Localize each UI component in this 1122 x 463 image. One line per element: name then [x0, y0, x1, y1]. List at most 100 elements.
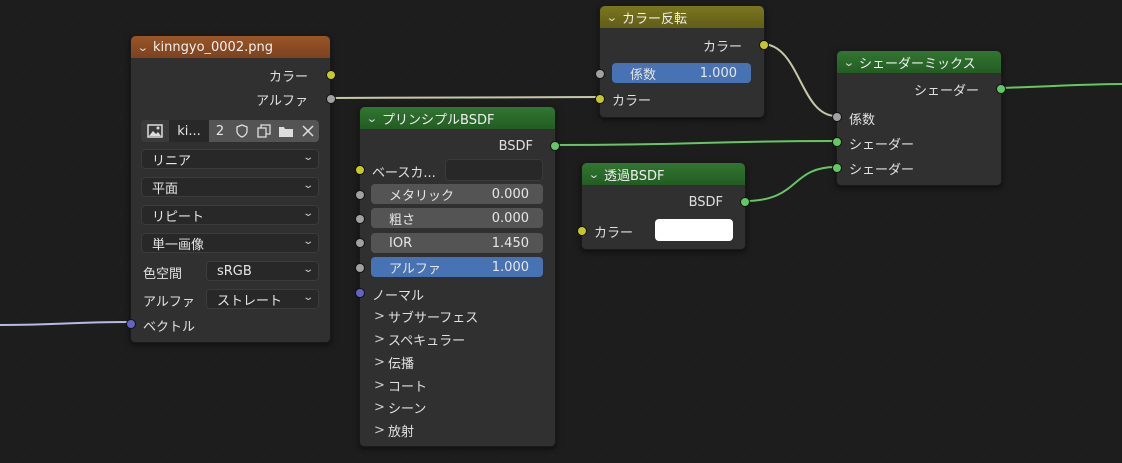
output-color-socket[interactable]	[326, 70, 336, 80]
interpolation-dropdown[interactable]: リニア ⌄	[141, 149, 319, 169]
collapse-chevron-icon[interactable]: ⌄	[588, 168, 606, 181]
chevron-right-icon: >	[374, 309, 385, 324]
node-title: シェーダーミックス	[859, 56, 976, 72]
field-label: 係数	[630, 67, 657, 83]
node-title: カラー反転	[622, 11, 688, 27]
panel-subsurface[interactable]: > サブサーフェス	[374, 307, 478, 326]
chevron-down-icon: ⌄	[301, 236, 314, 247]
dropdown-value: 平面	[152, 181, 179, 197]
input-roughness-socket[interactable]	[355, 214, 365, 224]
dropdown-value: リニア	[152, 153, 192, 169]
output-bsdf-socket[interactable]	[550, 141, 560, 151]
dropdown-value: sRGB	[217, 263, 252, 279]
input-color-socket[interactable]	[595, 94, 605, 104]
input-metallic-socket[interactable]	[355, 190, 365, 200]
invert-color-header[interactable]: ⌄ カラー反転	[600, 6, 764, 28]
link-mix-output	[999, 83, 1122, 89]
alpha-field[interactable]: アルファ 1.000	[371, 257, 543, 277]
panel-specular[interactable]: > スペキュラー	[374, 330, 465, 349]
output-shader-socket[interactable]	[996, 84, 1006, 94]
image-name-field[interactable]: ki...	[169, 120, 209, 142]
link-bsdf-to-shader1	[552, 140, 837, 146]
principled-bsdf-node[interactable]: ⌄ プリンシプルBSDF BSDF ベースカ... メタリック 0.000 粗さ…	[355, 106, 560, 447]
node-title: kinngyo_0002.png	[153, 39, 273, 55]
input-normal-socket[interactable]	[355, 288, 365, 298]
fake-user-shield-icon[interactable]	[231, 120, 253, 142]
output-alpha-row: アルファ	[256, 88, 308, 110]
factor-field[interactable]: 係数 1.000	[612, 63, 751, 83]
input-base-color-socket[interactable]	[355, 165, 365, 175]
duplicate-icon[interactable]	[253, 120, 275, 142]
chevron-right-icon: >	[374, 423, 385, 438]
source-dropdown[interactable]: 単一画像 ⌄	[141, 233, 319, 253]
chevron-right-icon: >	[374, 378, 385, 393]
panel-sheen[interactable]: > シーン	[374, 398, 426, 417]
output-alpha-socket[interactable]	[326, 94, 336, 104]
alpha-mode-dropdown[interactable]: ストレート ⌄	[206, 289, 319, 309]
link-alpha-to-invert	[329, 96, 600, 99]
input-alpha-socket[interactable]	[355, 263, 365, 273]
output-color-socket[interactable]	[759, 40, 769, 50]
user-count[interactable]: 2	[209, 120, 231, 142]
transparent-bsdf-header[interactable]: ⌄ 透過BSDF	[582, 163, 745, 185]
output-bsdf-socket[interactable]	[740, 197, 750, 207]
link-vector-input	[0, 321, 131, 326]
field-value: 1.000	[699, 65, 737, 81]
chevron-down-icon: ⌄	[301, 264, 314, 275]
output-label: シェーダー	[913, 83, 979, 99]
collapse-chevron-icon[interactable]: ⌄	[366, 112, 384, 125]
extension-dropdown[interactable]: リピート ⌄	[141, 205, 319, 225]
output-label: カラー	[268, 69, 308, 85]
chevron-down-icon: ⌄	[301, 208, 314, 219]
input-color-label: カラー	[594, 226, 634, 241]
panel-emission[interactable]: > 放射	[374, 421, 414, 440]
input-shader2-socket[interactable]	[832, 163, 842, 173]
collapse-chevron-icon[interactable]: ⌄	[606, 11, 624, 24]
output-label: BSDF	[498, 138, 533, 154]
input-ior-socket[interactable]	[355, 238, 365, 248]
chevron-right-icon: >	[374, 355, 385, 370]
unlink-close-icon[interactable]	[297, 120, 319, 142]
collapse-chevron-icon[interactable]: ⌄	[137, 41, 155, 54]
color-swatch[interactable]	[655, 219, 733, 241]
projection-dropdown[interactable]: 平面 ⌄	[141, 177, 319, 197]
mix-shader-node[interactable]: ⌄ シェーダーミックス シェーダー 係数 シェーダー シェーダー	[832, 50, 1006, 186]
input-factor-socket[interactable]	[595, 69, 605, 79]
input-vector-socket[interactable]	[126, 319, 136, 329]
transparent-bsdf-node[interactable]: ⌄ 透過BSDF BSDF カラー	[577, 162, 750, 250]
panel-coat[interactable]: > コート	[374, 376, 427, 395]
input-vector-label: ベクトル	[143, 320, 196, 335]
mix-shader-header[interactable]: ⌄ シェーダーミックス	[837, 51, 1001, 73]
colorspace-dropdown[interactable]: sRGB ⌄	[206, 261, 319, 281]
image-browse-icon[interactable]	[141, 120, 169, 142]
field-value: 0.000	[491, 186, 529, 202]
panel-label: サブサーフェス	[388, 311, 479, 326]
input-factor-socket[interactable]	[832, 112, 842, 122]
input-shader1-socket[interactable]	[832, 137, 842, 147]
metallic-field[interactable]: メタリック 0.000	[371, 184, 543, 204]
link-invert-to-factor	[761, 43, 837, 117]
ior-field[interactable]: IOR 1.450	[371, 233, 543, 253]
field-label: IOR	[389, 235, 413, 251]
image-texture-node[interactable]: ⌄ kinngyo_0002.png カラー アルファ ki... 2 リニア ⌄…	[126, 35, 336, 343]
collapse-chevron-icon[interactable]: ⌄	[843, 56, 861, 69]
principled-bsdf-header[interactable]: ⌄ プリンシプルBSDF	[360, 107, 555, 129]
base-color-swatch[interactable]	[445, 159, 543, 181]
image-selector[interactable]: ki... 2	[141, 120, 319, 142]
panel-transmission[interactable]: > 伝播	[374, 353, 414, 372]
dropdown-value: ストレート	[217, 293, 283, 309]
open-folder-icon[interactable]	[275, 120, 297, 142]
panel-label: 伝播	[388, 357, 415, 372]
panel-label: コート	[388, 380, 428, 395]
image-texture-header[interactable]: ⌄ kinngyo_0002.png	[131, 36, 330, 58]
output-color-row: カラー	[269, 64, 308, 86]
input-color-socket[interactable]	[577, 226, 587, 236]
invert-color-node[interactable]: ⌄ カラー反転 カラー 係数 1.000 カラー	[595, 5, 769, 118]
dropdown-value: リピート	[152, 209, 205, 225]
output-bsdf-row: BSDF	[499, 135, 533, 157]
output-label: カラー	[702, 39, 742, 55]
field-label: メタリック	[389, 188, 455, 204]
roughness-field[interactable]: 粗さ 0.000	[371, 208, 543, 228]
dropdown-value: 単一画像	[152, 237, 205, 253]
panel-label: スペキュラー	[388, 334, 466, 349]
